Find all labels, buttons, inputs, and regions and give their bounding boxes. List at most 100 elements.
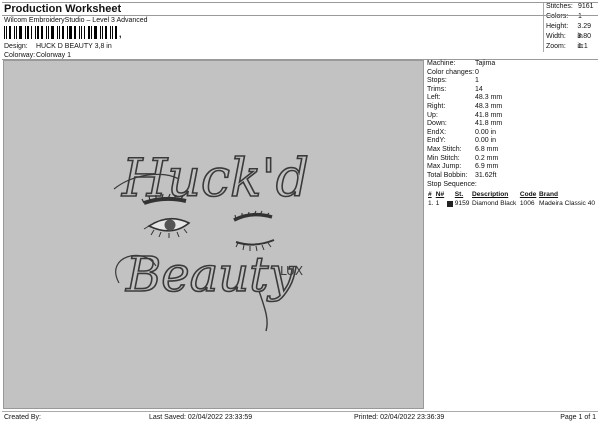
stop-sequence-table: # N# St. Description Code Brand 1. 1 915… (427, 190, 598, 208)
machine-value: 0.00 in (475, 137, 497, 145)
machine-label: Left: (427, 94, 441, 102)
barcode-bar (25, 26, 26, 39)
colorway-value: Colorway 1 (36, 52, 72, 59)
table-row: 1. 1 9159 Diamond Black 1006 Madeira Cla… (427, 199, 598, 208)
machine-row: Up: 41.8 mm (427, 112, 598, 121)
machine-value: 0 (475, 68, 479, 76)
page-title: Production Worksheet (4, 3, 122, 15)
machine-label: Up: (427, 111, 438, 119)
barcode-bar (105, 26, 107, 39)
barcode-bar (100, 26, 101, 39)
machine-row: Max Jump: 6.9 mm (427, 163, 598, 172)
colorway-row: Colorway: Colorway 1 (4, 52, 71, 59)
machine-row: Color changes: 0 (427, 69, 598, 78)
machine-row: Total Bobbin: 31.62ft (427, 172, 598, 181)
barcode-bar (74, 26, 76, 39)
col-description: Description (471, 191, 509, 199)
machine-row: Right: 48.3 mm (427, 103, 598, 112)
summary-box: Stitches: 9161 Colors: 1 Height: 3.29 in Wi… (543, 2, 598, 52)
barcode-bar (19, 26, 22, 39)
summary-label: Zoom: (546, 43, 566, 50)
barcode-bar (79, 26, 80, 39)
barcode-bar (51, 26, 54, 39)
barcode-bar (81, 26, 82, 39)
summary-value: 1:1 (578, 43, 588, 50)
barcode-bar (4, 26, 5, 39)
machine-label: Min Stitch: (427, 154, 460, 162)
embroidery-artwork: Huck'd Beauty LUX (113, 148, 310, 332)
barcode-bar (37, 26, 39, 39)
summary-value: 3.80 in (577, 33, 591, 50)
design-label: Design: (4, 43, 28, 50)
machine-label: EndX: (427, 128, 447, 136)
barcode-bar (62, 26, 64, 39)
left-eye-icon (141, 193, 191, 238)
machine-row: Stops: 1 (427, 77, 598, 86)
summary-row: Width: 3.80 in (544, 32, 598, 50)
machine-value: 6.8 mm (475, 145, 499, 153)
barcode-bar (84, 26, 85, 39)
barcode-bar (115, 26, 117, 39)
machine-value: 48.3 mm (475, 94, 503, 102)
row-stitches: 9159 (454, 200, 470, 208)
stop-sequence-title: Stop Sequence: (427, 181, 477, 189)
summary-label: Stitches: (546, 3, 573, 10)
col-swatch (446, 190, 454, 199)
barcode-bar (69, 26, 72, 39)
summary-value: 9161 (578, 3, 594, 10)
barcode-bar (67, 26, 68, 39)
row-description: Diamond Black (471, 200, 517, 208)
color-swatch (446, 200, 453, 207)
machine-value: 1 (475, 77, 479, 85)
summary-label: Height: (546, 23, 569, 30)
machine-value: 0.2 mm (475, 154, 499, 162)
machine-value: 31.62ft (475, 171, 497, 179)
row-brand: Madeira Classic 40 (538, 200, 596, 208)
barcode-bar (112, 26, 113, 39)
machine-value: 41.8 mm (475, 111, 503, 119)
machine-value: 14 (475, 85, 483, 93)
barcode-bar (9, 26, 11, 39)
barcode-bar (57, 26, 58, 39)
barcode-bar (41, 26, 43, 39)
software-subtitle: Wilcom EmbroideryStudio – Level 3 Advanc… (4, 17, 148, 24)
col-stitches: St. (454, 191, 464, 199)
summary-label: Width: (546, 33, 566, 40)
machine-label: Color changes: (427, 68, 475, 76)
artwork-line-2: Beauty (125, 247, 297, 303)
barcode-bar (94, 26, 97, 39)
design-value: HUCK D BEAUTY 3,8 in (36, 43, 112, 50)
machine-row: Down: 41.8 mm (427, 120, 598, 129)
barcode-bar (88, 26, 90, 39)
machine-label: Machine: (427, 60, 456, 67)
page-number: Page 1 of 1 (560, 414, 596, 421)
footer: Created By: Last Saved: 02/04/2022 23:33… (2, 411, 598, 422)
colorway-label: Colorway: (4, 52, 36, 59)
barcode-bar (91, 26, 92, 39)
design-row: Design: HUCK D BEAUTY 3,8 in (4, 43, 112, 50)
machine-label: EndY: (427, 137, 446, 145)
machine-row: Left: 48.3 mm (427, 94, 598, 103)
barcode-suffix: , (119, 29, 122, 39)
machine-info-panel: Machine: Tajima Color changes: 0 Stops: 1 Trim… (427, 60, 598, 208)
machine-row: Trims: 14 (427, 86, 598, 95)
machine-value: 6.9 mm (475, 163, 499, 171)
barcode-bar (110, 26, 111, 39)
barcode-bar (59, 26, 60, 39)
artwork-tag: LUX (280, 264, 303, 278)
created-by: Created By: (4, 414, 41, 421)
barcode-bar (6, 26, 7, 39)
barcode-bar (16, 26, 17, 39)
row-number: 1. (428, 200, 434, 208)
barcode (4, 26, 164, 39)
machine-label: Stops: (427, 77, 447, 85)
summary-value: 1 (578, 13, 582, 20)
machine-row: Min Stitch: 0.2 mm (427, 155, 598, 164)
barcode-bar (35, 26, 36, 39)
machine-label: Max Jump: (427, 163, 462, 171)
machine-label: Trims: (427, 85, 447, 93)
worksheet-page: Production Worksheet Wilcom EmbroiderySt… (2, 2, 598, 422)
stop-sequence-label: Stop Sequence: (427, 180, 598, 189)
barcode-bar (46, 26, 47, 39)
summary-row: Colors: 1 (544, 12, 598, 22)
